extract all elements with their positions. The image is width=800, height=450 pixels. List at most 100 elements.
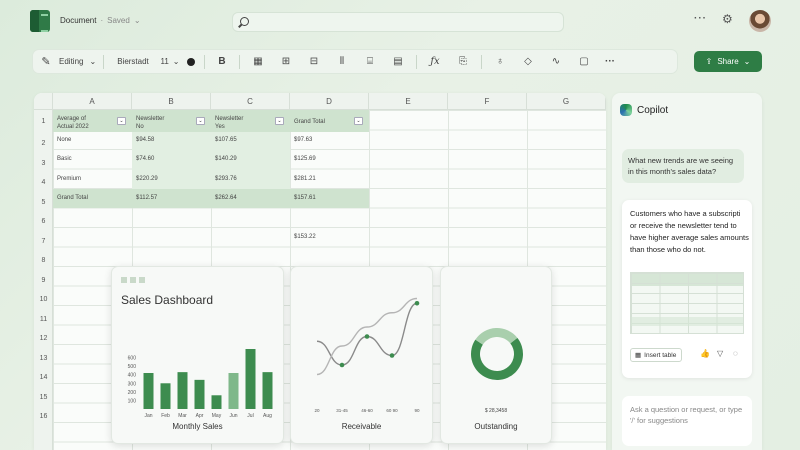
pivot-cell[interactable]: $125.69 <box>294 155 316 163</box>
add-table-icon[interactable]: ⊟ <box>300 49 328 74</box>
filter-dropdown-icon[interactable]: ⌄ <box>117 117 126 125</box>
column-header-b[interactable]: B <box>132 93 211 110</box>
row-header[interactable]: 8 <box>34 257 53 264</box>
outstanding-card[interactable]: $ 28,3458 Outstanding <box>440 266 552 444</box>
search-input[interactable] <box>232 12 564 32</box>
row-header[interactable]: 12 <box>34 335 53 342</box>
font-size-dropdown[interactable]: 11 ⌄ <box>158 49 182 74</box>
more-options-icon[interactable]: ··· <box>694 13 707 24</box>
bar <box>228 373 239 409</box>
x-tick-label: Feb <box>161 413 170 419</box>
thumbs-up-icon[interactable]: 👍 <box>700 349 710 358</box>
pivot-row-label[interactable]: Premium <box>57 175 81 183</box>
font-family-dropdown[interactable]: Bierstadt <box>108 49 158 74</box>
row-header[interactable]: 1 <box>34 118 53 125</box>
y-tick-label: 400 <box>128 373 137 379</box>
clipboard-icon[interactable]: ⎘ <box>449 49 477 74</box>
avatar[interactable] <box>749 10 771 32</box>
pivot-cell[interactable]: $97.63 <box>294 136 312 144</box>
pivot-cell[interactable]: $281.21 <box>294 175 316 183</box>
pivot-cell[interactable]: $293.76 <box>215 175 237 183</box>
pivot-row-label[interactable]: Grand Total <box>57 194 88 202</box>
row-header[interactable]: 4 <box>34 179 53 186</box>
pivot-row-label[interactable]: Basic <box>57 155 72 163</box>
monthly-sales-chart: 100 200 300 400 500 600 Jan Feb Mar Apr May Jun Jul A… <box>128 349 273 419</box>
title-bar: Document · Saved ⌄ ··· ⚙ <box>0 0 800 44</box>
row-header[interactable]: 10 <box>34 296 53 303</box>
pencil-icon: ✎ <box>41 56 51 68</box>
row-header[interactable]: 6 <box>34 218 53 225</box>
pivot-header-cell[interactable]: Newsletter Yes <box>215 115 243 131</box>
bar <box>211 395 222 409</box>
filter-dropdown-icon[interactable]: ⌄ <box>275 117 284 125</box>
pivot-cell[interactable]: $220.29 <box>136 175 158 183</box>
pivot-cell[interactable]: $157.61 <box>294 194 316 202</box>
sparkline-icon[interactable]: ∿ <box>542 49 570 74</box>
y-tick-label: 500 <box>128 364 137 370</box>
receivable-card[interactable]: 20 31-45 46-60 60 90 90 Receivable <box>290 266 433 444</box>
copilot-prompt-input[interactable]: Ask a question or request, or type '/' f… <box>622 396 752 446</box>
insert-table-button[interactable]: ▦ Insert table <box>630 348 682 362</box>
pivot-header-cell[interactable]: Newsletter No <box>136 115 164 131</box>
row-header[interactable]: 16 <box>34 413 53 420</box>
pivot-cell[interactable]: $107.65 <box>215 136 237 144</box>
comment-icon[interactable]: ▢ <box>570 49 598 74</box>
row-header[interactable]: 9 <box>34 277 53 284</box>
row-header[interactable]: 11 <box>34 316 53 323</box>
bar <box>160 383 171 409</box>
pivot-cell[interactable]: $94.58 <box>136 136 154 144</box>
row-header[interactable]: 15 <box>34 394 53 401</box>
x-tick-label: Jun <box>229 413 237 419</box>
share-button[interactable]: ⇪ Share ⌄ <box>694 51 762 72</box>
filter-dropdown-icon[interactable]: ⌄ <box>354 117 363 125</box>
pivot-cell[interactable]: $262.64 <box>215 194 237 202</box>
settings-gear-icon[interactable]: ⚙ <box>722 12 733 26</box>
format-table-icon[interactable]: ▦ <box>244 49 272 74</box>
row-header[interactable]: 5 <box>34 199 53 206</box>
receivable-chart: 20 31-45 46-60 60 90 90 <box>314 297 420 413</box>
pivot-header-cell[interactable]: Average of Actual 2022 <box>57 115 89 131</box>
row-header[interactable]: 7 <box>34 238 53 245</box>
document-title[interactable]: Document · Saved ⌄ <box>60 16 141 25</box>
ideas-lightbulb-icon[interactable]: ♁ <box>486 49 514 74</box>
spreadsheet-grid[interactable]: A B C D E F G 1 2 3 4 5 6 7 8 9 10 11 12… <box>34 93 606 450</box>
column-header-a[interactable]: A <box>53 93 132 110</box>
x-tick-label: 46-60 <box>361 408 373 413</box>
pivot-header-cell[interactable]: Grand Total <box>294 118 325 126</box>
bar <box>194 379 205 409</box>
sales-dashboard-card[interactable]: Sales Dashboard 100 200 300 400 500 600 Jan Feb… <box>111 266 284 444</box>
row-header[interactable]: 14 <box>34 374 53 381</box>
table-preview[interactable] <box>630 272 744 334</box>
feedback-icon[interactable]: ◌ <box>733 349 738 358</box>
donut-value: $ 28,3458 <box>484 408 508 414</box>
editing-mode-dropdown[interactable]: Editing ⌄ <box>59 49 99 74</box>
pivot-cell[interactable]: $140.29 <box>215 155 237 163</box>
row-header[interactable]: 13 <box>34 355 53 362</box>
more-ribbon-icon[interactable]: ··· <box>598 49 622 74</box>
columns-icon[interactable]: ⫴ <box>328 49 356 74</box>
column-header-c[interactable]: C <box>211 93 290 110</box>
pivot-cell[interactable]: $74.60 <box>136 155 154 163</box>
bar <box>245 349 256 409</box>
row-header[interactable]: 3 <box>34 160 53 167</box>
rows-icon[interactable]: ▤ <box>384 49 412 74</box>
column-header-f[interactable]: F <box>448 93 527 110</box>
excel-logo-icon[interactable] <box>30 10 50 32</box>
ribbon-toolbar: ✎ Editing ⌄ Bierstadt 11 ⌄ B ▦ ⊞ ⊟ ⫴ ⌸ ▤ ƒ… <box>32 49 678 74</box>
filter-dropdown-icon[interactable]: ⌄ <box>196 117 205 125</box>
fill-color-icon[interactable]: ◇ <box>514 49 542 74</box>
x-tick-label: Jan <box>144 413 152 419</box>
align-icon[interactable]: ⌸ <box>356 49 384 74</box>
pivot-row-label[interactable]: None <box>57 136 71 144</box>
pivot-cell[interactable]: $112.57 <box>136 194 157 202</box>
bold-button[interactable]: B <box>209 49 235 74</box>
column-header-g[interactable]: G <box>527 93 606 110</box>
column-header-d[interactable]: D <box>290 93 369 110</box>
font-color-icon[interactable] <box>182 49 200 74</box>
cell-d7[interactable]: $153.22 <box>294 233 316 241</box>
row-header[interactable]: 2 <box>34 140 53 147</box>
thumbs-down-icon[interactable]: ▽ <box>717 349 723 358</box>
column-header-e[interactable]: E <box>369 93 448 110</box>
function-icon[interactable]: ƒx <box>421 49 449 74</box>
insert-table-icon[interactable]: ⊞ <box>272 49 300 74</box>
